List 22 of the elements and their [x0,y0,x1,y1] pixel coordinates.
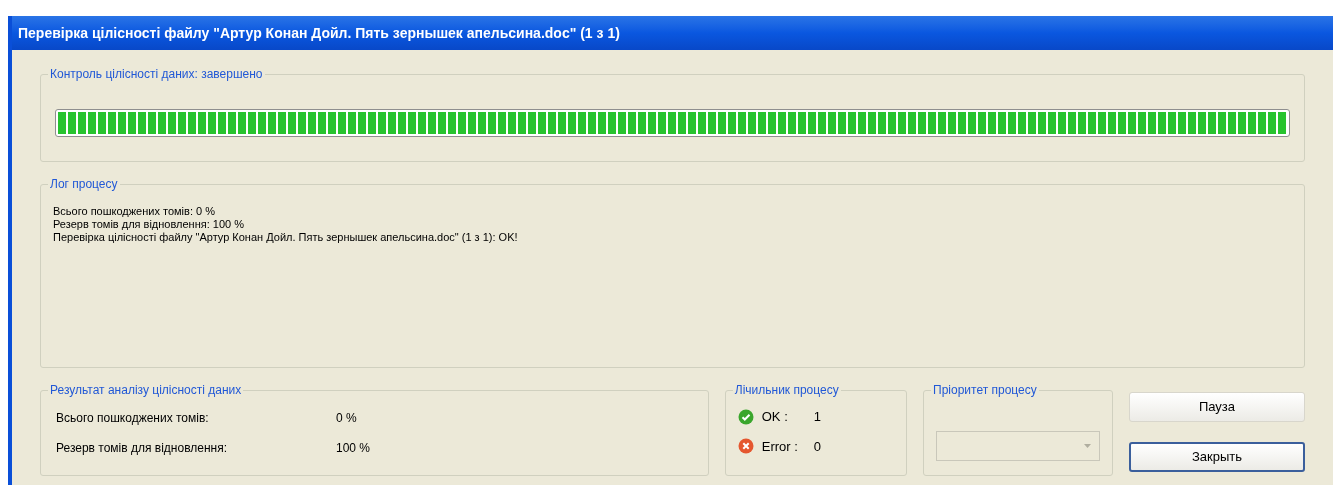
group-title: Результат аналізу цілісності даних [48,382,244,398]
group-title: Лічильник процесу [732,382,841,398]
counter-value: 1 [813,408,821,426]
result-value: 100 % [336,440,371,457]
counter-value: 0 [813,437,821,456]
counter-label: OK : [761,408,789,426]
check-icon [737,408,754,425]
group-title: Контроль цілісності даних: завершено [48,66,265,82]
caret-icon [1084,444,1091,448]
counter-label: Error : [761,437,799,456]
dialog-button[interactable]: Закрыть [1129,442,1305,472]
group-title: Лог процесу [48,176,120,192]
log-line: Перевірка цілісності файлу "Артур Конан Дойл. Пять зернышек апельсина.doc" (1 з 1): OK! [53,231,519,244]
result-value: 0 % [336,410,357,427]
dialog-button[interactable]: Пауза [1129,392,1305,422]
group-title: Пріоритет процесу [931,382,1039,398]
result-label: Резерв томів для відновлення: [56,440,228,457]
log-line: Резерв томів для відновлення: 100 % [53,218,245,231]
error-icon [737,438,754,455]
log-line: Всього пошкоджених томів: 0 % [53,205,216,218]
window-title: Перевірка цілісності файлу "Артур Конан Дойл. Пять зернышек апельсина.doc" (1 з 1) [18,23,620,43]
result-label: Всього пошкоджених томів: [56,410,210,427]
